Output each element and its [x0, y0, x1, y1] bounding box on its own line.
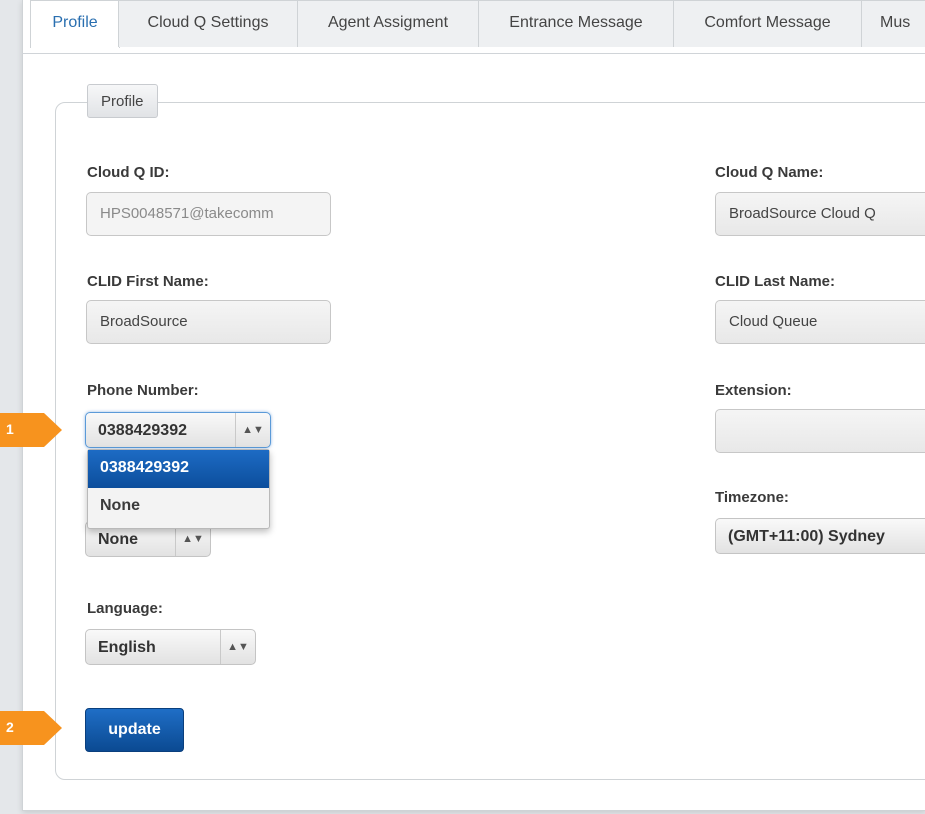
clid-first-name-field[interactable]: BroadSource [86, 300, 331, 344]
phone-option-selected[interactable]: 0388429392 [88, 450, 269, 488]
secondary-select-value: None [98, 531, 138, 548]
phone-number-select[interactable]: 0388429392 ▲▼ [85, 412, 271, 448]
clid-first-name-label: CLID First Name: [87, 273, 209, 290]
language-label: Language: [87, 600, 163, 617]
phone-option-none[interactable]: None [88, 488, 269, 526]
callout-number: 2 [6, 719, 14, 735]
cloud-q-id-label: Cloud Q ID: [87, 164, 170, 181]
phone-number-dropdown: 0388429392 None [87, 449, 270, 529]
select-arrows-icon: ▲▼ [235, 413, 270, 447]
fieldset-legend: Profile [87, 84, 158, 118]
extension-field[interactable] [715, 409, 925, 453]
timezone-label: Timezone: [715, 489, 789, 506]
tab-comfort-message[interactable]: Comfort Message [673, 0, 862, 47]
clid-last-name-label: CLID Last Name: [715, 273, 836, 290]
callout-1: 1 [0, 410, 62, 450]
cloud-q-name-field[interactable]: BroadSource Cloud Q [715, 192, 925, 236]
tab-music[interactable]: Mus [861, 0, 925, 47]
callout-number: 1 [6, 421, 14, 437]
phone-number-value: 0388429392 [98, 422, 187, 439]
cloud-q-id-field[interactable]: HPS0048571@takecomm [86, 192, 331, 236]
phone-number-label: Phone Number: [87, 382, 199, 399]
extension-label: Extension: [715, 382, 792, 399]
clid-last-name-field[interactable]: Cloud Queue [715, 300, 925, 344]
language-select[interactable]: English ▲▼ [85, 629, 256, 665]
timezone-select[interactable]: (GMT+11:00) Sydney [715, 518, 925, 554]
timezone-value: (GMT+11:00) Sydney [728, 528, 885, 545]
tab-cloud-q-settings[interactable]: Cloud Q Settings [118, 0, 298, 47]
callout-2: 2 [0, 708, 62, 748]
tab-agent-assigment[interactable]: Agent Assigment [297, 0, 479, 47]
update-button[interactable]: update [85, 708, 184, 752]
cloud-q-name-label: Cloud Q Name: [715, 164, 824, 181]
tab-profile[interactable]: Profile [30, 0, 120, 48]
tab-entrance-message[interactable]: Entrance Message [478, 0, 674, 47]
language-value: English [98, 639, 156, 656]
select-arrows-icon: ▲▼ [220, 630, 255, 664]
